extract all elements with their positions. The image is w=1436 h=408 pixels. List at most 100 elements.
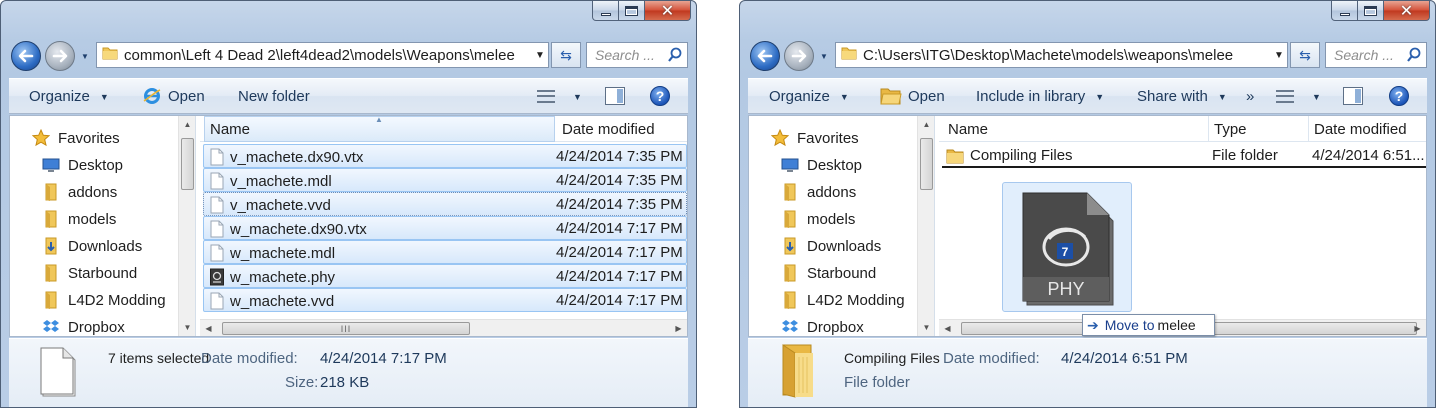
nav-item-label: L4D2 Modding xyxy=(807,291,905,309)
file-row[interactable]: w_machete.mdl 4/24/2014 7:17 PM xyxy=(203,240,687,264)
minimize-button[interactable] xyxy=(1331,1,1358,21)
open-label: Open xyxy=(168,87,205,105)
open-button[interactable]: Open xyxy=(880,86,945,106)
scroll-up-icon[interactable]: ▲ xyxy=(179,116,195,133)
search-input[interactable]: Search ... xyxy=(586,42,688,68)
nav-item-favorites[interactable]: Favorites xyxy=(771,125,859,151)
address-bar[interactable]: C:\Users\ITG\Desktop\Machete\models\weap… xyxy=(835,42,1288,68)
scroll-thumb[interactable] xyxy=(181,138,194,190)
navigation-pane: Favorites Desktop addons models Download… xyxy=(10,116,196,336)
column-headers: ▲ Name Date modified xyxy=(200,116,687,142)
nav-item-desktop[interactable]: Desktop xyxy=(42,152,123,178)
file-row[interactable]: w_machete.phy 4/24/2014 7:17 PM xyxy=(203,264,687,288)
date-modified-value: 4/24/2014 6:51 PM xyxy=(1061,350,1188,367)
file-type: File folder xyxy=(1212,147,1278,164)
help-button[interactable]: ? xyxy=(1389,86,1409,106)
close-button[interactable]: ✕ xyxy=(1384,1,1430,21)
content-area: Favorites Desktop addons models Download… xyxy=(9,115,688,337)
column-header-label: Name xyxy=(948,120,989,138)
file-name-cell: w_machete.mdl xyxy=(210,244,335,262)
address-dropdown-icon[interactable]: ▼ xyxy=(1271,50,1287,61)
preview-pane-button[interactable] xyxy=(1343,87,1363,105)
file-row-drop-target[interactable]: Compiling Files File folder 4/24/2014 6:… xyxy=(942,144,1426,168)
refresh-button[interactable]: ⇆ xyxy=(1290,42,1320,68)
open-button[interactable]: Open xyxy=(142,86,205,106)
chevron-down-icon: ▼ xyxy=(839,91,849,102)
nav-item-addons[interactable]: addons xyxy=(781,179,856,205)
file-row[interactable]: w_machete.dx90.vtx 4/24/2014 7:17 PM xyxy=(203,216,687,240)
recent-pages-dropdown[interactable]: ▼ xyxy=(820,52,828,61)
share-with-button[interactable]: Share with ▼ xyxy=(1137,88,1227,105)
scroll-right-icon[interactable]: ▶ xyxy=(670,320,687,336)
sort-ascending-icon: ▲ xyxy=(375,116,383,124)
column-header-date-modified[interactable]: Date modified xyxy=(1309,116,1426,142)
scroll-thumb[interactable]: III xyxy=(222,322,470,335)
refresh-button[interactable]: ⇆ xyxy=(551,42,581,68)
file-row[interactable]: v_machete.dx90.vtx 4/24/2014 7:35 PM xyxy=(203,144,687,168)
nav-item-dropbox[interactable]: Dropbox xyxy=(781,314,864,336)
search-input[interactable]: Search ... xyxy=(1325,42,1427,68)
change-view-button[interactable]: ▼ xyxy=(1276,90,1321,104)
folder-icon xyxy=(42,264,60,282)
minimize-button[interactable] xyxy=(592,1,619,21)
include-in-library-button[interactable]: Include in library ▼ xyxy=(976,88,1104,105)
nav-item-desktop[interactable]: Desktop xyxy=(781,152,862,178)
nav-item-starbound[interactable]: Starbound xyxy=(781,260,876,286)
nav-item-addons[interactable]: addons xyxy=(42,179,117,205)
nav-item-l4d2-modding[interactable]: L4D2 Modding xyxy=(781,287,905,313)
nav-item-l4d2-modding[interactable]: L4D2 Modding xyxy=(42,287,166,313)
maximize-button[interactable] xyxy=(619,1,645,21)
back-button[interactable] xyxy=(750,41,780,71)
maximize-button[interactable] xyxy=(1358,1,1384,21)
scroll-up-icon[interactable]: ▲ xyxy=(918,116,934,133)
column-header-name[interactable]: ▲ Name xyxy=(204,116,555,142)
recent-pages-dropdown[interactable]: ▼ xyxy=(81,52,89,61)
more-commands-button[interactable]: » xyxy=(1246,88,1254,105)
details-item-name: Compiling Files xyxy=(844,350,940,366)
nav-item-downloads[interactable]: Downloads xyxy=(781,233,881,259)
nav-item-dropbox[interactable]: Dropbox xyxy=(42,314,125,336)
file-row[interactable]: w_machete.vvd 4/24/2014 7:17 PM xyxy=(203,288,687,312)
column-header-date-modified[interactable]: Date modified xyxy=(557,116,687,142)
preview-pane-button[interactable] xyxy=(605,87,625,105)
nav-item-models[interactable]: models xyxy=(781,206,855,232)
help-button[interactable]: ? xyxy=(650,86,670,106)
version-badge: 7 xyxy=(1062,245,1069,259)
nav-pane-scrollbar[interactable]: ▲ ▼ xyxy=(178,116,195,336)
views-icon xyxy=(537,90,555,104)
phy-file-icon xyxy=(210,268,224,286)
scroll-left-icon[interactable]: ◀ xyxy=(939,320,956,336)
scroll-down-icon[interactable]: ▼ xyxy=(179,319,195,336)
file-list-horizontal-scrollbar[interactable]: ◀ III ▶ xyxy=(200,319,687,336)
nav-item-starbound[interactable]: Starbound xyxy=(42,260,137,286)
forward-button[interactable] xyxy=(45,41,75,71)
nav-item-label: Downloads xyxy=(807,237,882,255)
column-header-label: Type xyxy=(1214,120,1247,138)
nav-item-models[interactable]: models xyxy=(42,206,116,232)
file-row[interactable]: v_machete.mdl 4/24/2014 7:35 PM xyxy=(203,168,687,192)
nav-item-downloads[interactable]: Downloads xyxy=(42,233,142,259)
back-button[interactable] xyxy=(11,41,41,71)
organize-button[interactable]: Organize ▼ xyxy=(769,88,849,105)
column-header-name[interactable]: Name xyxy=(943,116,1209,142)
nav-pane-scrollbar[interactable]: ▲ ▼ xyxy=(917,116,934,336)
column-header-type[interactable]: Type xyxy=(1209,116,1309,142)
back-arrow-icon xyxy=(18,49,34,63)
nav-item-label: models xyxy=(807,210,856,228)
scroll-down-icon[interactable]: ▼ xyxy=(918,319,934,336)
new-folder-button[interactable]: New folder xyxy=(238,88,310,105)
organize-button[interactable]: Organize ▼ xyxy=(29,88,109,105)
scroll-right-icon[interactable]: ▶ xyxy=(1409,320,1426,336)
forward-button[interactable] xyxy=(784,41,814,71)
file-type-label: PHY xyxy=(1047,279,1084,299)
file-name-cell: v_machete.mdl xyxy=(210,172,332,190)
selection-count: 7 items selected xyxy=(108,350,210,366)
scroll-thumb[interactable] xyxy=(920,138,933,190)
nav-item-favorites[interactable]: Favorites xyxy=(32,125,120,151)
close-button[interactable]: ✕ xyxy=(645,1,691,21)
address-bar[interactable]: common\Left 4 Dead 2\left4dead2\models\W… xyxy=(96,42,549,68)
address-dropdown-icon[interactable]: ▼ xyxy=(532,50,548,61)
scroll-left-icon[interactable]: ◀ xyxy=(200,320,217,336)
file-row-focused[interactable]: v_machete.vvd 4/24/2014 7:35 PM xyxy=(203,192,687,216)
change-view-button[interactable]: ▼ xyxy=(537,90,582,104)
